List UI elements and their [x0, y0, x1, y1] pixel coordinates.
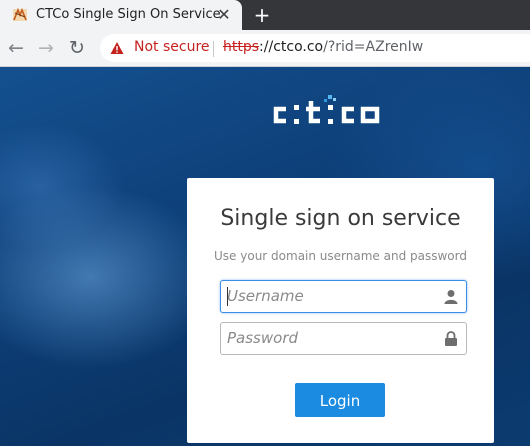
ctco-logo: [273, 95, 380, 124]
url-divider: [213, 41, 214, 57]
warning-icon: [110, 42, 124, 54]
url-scheme: https: [223, 39, 260, 55]
url-host: ://ctco.co: [259, 39, 324, 55]
user-icon: [444, 290, 458, 304]
page-title: Single sign on service: [220, 206, 461, 231]
username-input[interactable]: [227, 285, 432, 307]
password-input[interactable]: [227, 327, 432, 349]
browser-toolbar: ← → ↻ Not secure https://ctco.co/?rid=AZ…: [0, 30, 530, 67]
url-text[interactable]: https://ctco.co/?rid=AZrenIw: [223, 39, 423, 55]
forward-icon[interactable]: →: [36, 38, 56, 58]
lock-icon: [445, 331, 457, 346]
back-icon[interactable]: ←: [6, 38, 26, 58]
text-caret: [227, 287, 228, 306]
username-field[interactable]: [220, 280, 467, 313]
reload-icon[interactable]: ↻: [67, 38, 87, 58]
ctco-favicon-icon: [13, 7, 27, 21]
login-button[interactable]: Login: [295, 383, 385, 417]
tab-title: CTCo Single Sign On Service: [36, 7, 221, 22]
password-field[interactable]: [220, 322, 467, 355]
login-card: Single sign on service Use your domain u…: [187, 178, 494, 443]
new-tab-icon[interactable]: +: [252, 5, 272, 25]
browser-tab[interactable]: CTCo Single Sign On Service ✕: [0, 0, 242, 30]
page-background: Single sign on service Use your domain u…: [0, 67, 530, 446]
security-status[interactable]: Not secure: [134, 39, 210, 55]
url-path: /?rid=AZrenIw: [323, 39, 424, 55]
tab-strip: CTCo Single Sign On Service ✕ +: [0, 0, 530, 30]
address-bar[interactable]: Not secure https://ctco.co/?rid=AZrenIw: [100, 34, 530, 62]
close-tab-icon[interactable]: ✕: [215, 6, 233, 24]
login-instructions: Use your domain username and password: [214, 249, 467, 263]
